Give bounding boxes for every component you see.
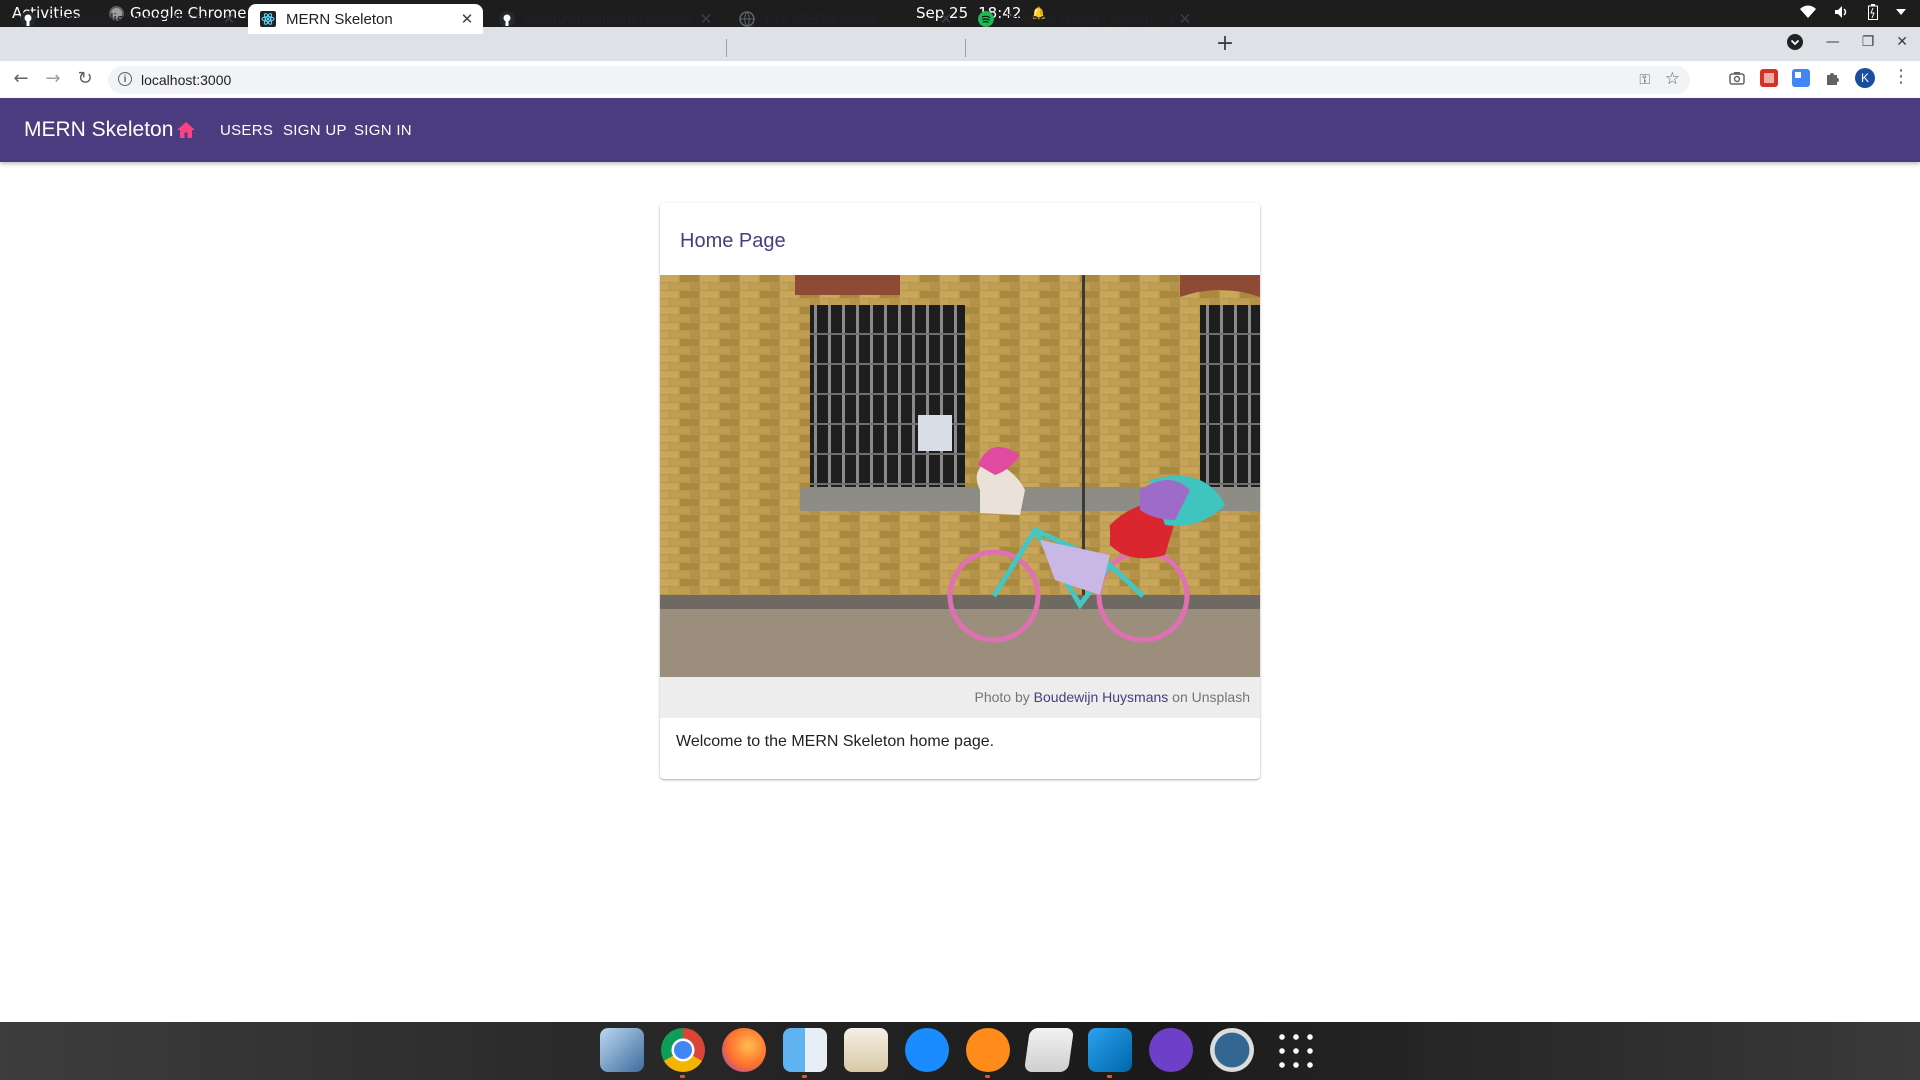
card-title: Home Page [680,230,786,252]
tab-spotify[interactable]: Jasleen Royal | Spotify - Li ✕ [966,4,1201,34]
github-icon [499,11,515,27]
app-store-icon[interactable] [905,1028,949,1072]
home-icon[interactable] [176,120,196,140]
close-icon[interactable]: ✕ [457,10,477,28]
more-menu-icon[interactable]: ⋮ [1892,66,1910,87]
tab-pro-mern-stack[interactable]: Pro MERN Stack ✕ [727,4,962,34]
blue-extension-icon[interactable] [1792,69,1810,87]
photo-credit: Photo by Boudewijn Huysmans on Unsplash [975,689,1251,705]
tab-title: Pro MERN Stack [765,10,879,28]
extensions-puzzle-icon[interactable] [1824,69,1842,87]
brand-title: MERN Skeleton [24,118,174,141]
photographer-link[interactable]: Boudewijn Huysmans [1034,689,1169,705]
nav-users[interactable]: USERS [220,122,273,139]
system-tray[interactable] [1800,4,1906,20]
screenshot-extension-icon[interactable] [1728,69,1746,87]
close-window-icon[interactable]: ✕ [1896,34,1908,50]
books-icon[interactable] [966,1028,1010,1078]
tab-separator [965,39,966,57]
browser-toolbar: ← → ↻ i localhost:3000 ⚿ ☆ [0,61,1920,99]
running-indicator [1107,1075,1112,1078]
screenshot-tool-icon[interactable] [600,1028,644,1072]
credit-prefix: Photo by [974,689,1030,705]
forward-icon[interactable]: → [41,67,65,91]
react-icon [260,11,276,27]
close-icon[interactable]: ✕ [696,10,716,28]
window-controls: — ❐ ✕ [1786,33,1908,51]
notes-icon[interactable] [1023,1028,1075,1072]
postgres-icon[interactable] [1210,1028,1254,1072]
wifi-icon [1800,5,1816,18]
password-key-icon[interactable]: ⚿ [1639,71,1650,88]
restore-icon[interactable]: ❐ [1862,34,1875,50]
home-card: Home Page Photo by Boudewijn Huysmans on… [660,203,1260,779]
profile-avatar[interactable]: K [1855,68,1875,88]
new-tab-button[interactable]: + [1212,32,1238,58]
running-indicator [802,1075,807,1078]
app-bar: MERN Skeleton USERS SIGN UP SIGN IN [0,98,1920,162]
battery-icon [1868,4,1878,20]
tab-title: Jasleen Royal | Spotify - Li [1004,10,1175,28]
photo-credit-bar: Photo by Boudewijn Huysmans on Unsplash [660,677,1260,718]
tab-search-icon[interactable] [1786,33,1804,51]
firefox-icon[interactable] [722,1028,766,1072]
back-icon[interactable]: ← [9,67,33,91]
running-indicator [985,1075,990,1078]
nav-sign-in[interactable]: SIGN IN [354,122,412,139]
unicorn-bike-photo [660,275,1260,677]
text-editor-icon[interactable] [844,1028,888,1072]
github-desktop-icon[interactable] [1149,1028,1193,1072]
tab-packtpublishing[interactable]: PacktPublishing/Full-Stac ✕ [8,4,245,34]
volume-icon [1835,6,1847,18]
bookmark-star-icon[interactable]: ☆ [1665,69,1680,89]
github-icon [20,11,36,27]
credit-suffix: on Unsplash [1172,689,1250,705]
globe-icon [739,11,755,27]
app-grid-icon[interactable] [1275,1030,1315,1070]
close-icon[interactable]: ✕ [936,10,956,28]
tab-mern-skeleton[interactable]: MERN Skeleton ✕ [248,4,483,34]
tab-title: MERN Skeleton [286,10,393,28]
running-indicator [680,1075,685,1078]
minimize-icon[interactable]: — [1826,34,1840,50]
tab-title: PacktPublishing/Full-Stac [46,10,217,28]
url-text: localhost:3000 [141,72,232,88]
red-extension-icon[interactable] [1760,69,1778,87]
close-icon[interactable]: ✕ [219,10,239,28]
spotify-icon [978,11,994,27]
tab-kuluruvineeth[interactable]: kuluruvineeth/mern-skele ✕ [487,4,722,34]
files-icon[interactable] [783,1028,827,1078]
address-bar[interactable]: i localhost:3000 ⚿ ☆ [108,66,1690,94]
tab-separator [726,39,727,57]
tab-title: kuluruvineeth/mern-skele [525,10,693,28]
reload-icon[interactable]: ↻ [73,67,97,91]
dock [0,1022,1920,1080]
close-icon[interactable]: ✕ [1175,10,1195,28]
vscode-icon[interactable] [1088,1028,1132,1078]
system-menu-arrow-icon [1896,9,1906,15]
chrome-icon[interactable] [661,1028,705,1078]
welcome-text: Welcome to the MERN Skeleton home page. [676,733,995,750]
nav-sign-up[interactable]: SIGN UP [283,122,347,139]
site-info-icon[interactable]: i [118,72,132,86]
